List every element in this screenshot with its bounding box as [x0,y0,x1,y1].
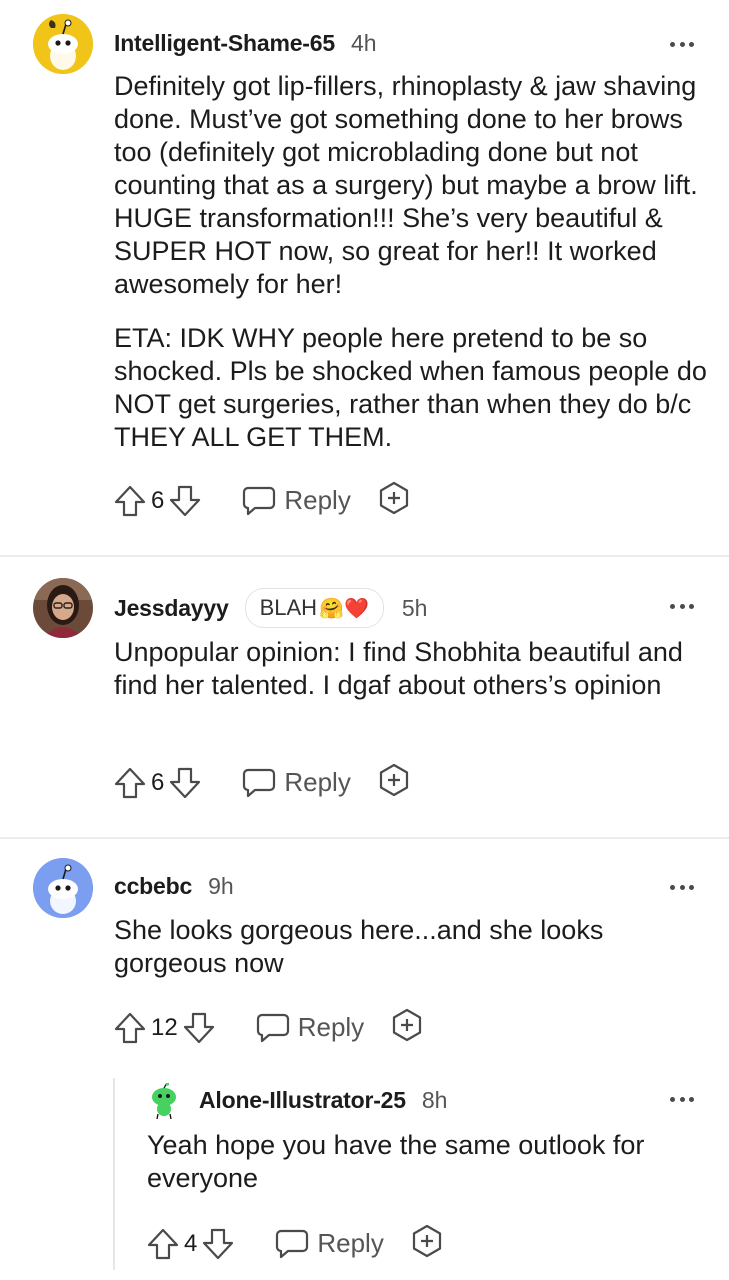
avatar[interactable] [33,14,93,74]
profile-photo-icon [33,578,93,638]
username[interactable]: ccbebc [114,873,192,900]
timestamp: 8h [421,1087,448,1113]
reply-bubble-icon [242,485,276,517]
timestamp: 9h [208,873,234,899]
snoo-avatar-icon [152,1082,176,1120]
comment-body: Yeah hope you have the same outlook for … [147,1129,707,1195]
reply-button[interactable]: Reply [275,1228,384,1260]
comment-paragraph: Definitely got lip-fillers, rhinoplasty … [114,71,698,299]
comment-paragraph: She looks gorgeous here...and she looks … [114,915,604,978]
reply-label: Reply [284,767,351,797]
downvote-icon[interactable] [201,1227,235,1261]
award-icon[interactable] [377,481,411,520]
username[interactable]: Jessdayyy [114,595,229,622]
reply-bubble-icon [256,1012,290,1044]
more-options-icon[interactable] [670,40,694,48]
avatar[interactable] [148,1082,180,1120]
comment-divider [0,837,729,839]
comment-paragraph: Unpopular opinion: I find Shobhita beaut… [114,637,683,700]
reply-button[interactable]: Reply [242,767,351,799]
avatar[interactable] [33,858,93,918]
timestamp: 5h [401,594,428,621]
downvote-icon[interactable] [168,766,202,800]
reply-bubble-icon [275,1228,309,1260]
comment-divider [0,555,729,557]
downvote-icon[interactable] [168,484,202,518]
downvote-icon[interactable] [182,1011,216,1045]
username[interactable]: Alone-Illustrator-25 [199,1087,406,1114]
upvote-icon[interactable] [146,1227,180,1261]
snoo-avatar-icon [33,14,93,74]
comment-actions: 4 Reply [146,1224,444,1263]
flair-text: BLAH [259,595,318,620]
user-flair: BLAH 🤗❤️ [244,588,384,628]
thread-line[interactable] [113,1078,115,1270]
comment-paragraph: ETA: IDK WHY people here pretend to be s… [114,323,707,452]
reply-label: Reply [297,1012,365,1042]
snoo-avatar-icon [33,858,93,918]
upvote-icon[interactable] [113,1011,147,1045]
comment-meta: Intelligent-Shame-65 4h [114,30,377,57]
reply-bubble-icon [242,767,276,799]
flair-emoji: 🤗❤️ [319,596,369,620]
award-icon[interactable] [377,763,411,802]
award-icon[interactable] [410,1224,444,1263]
comment-meta: Alone-Illustrator-25 8h [199,1087,447,1114]
avatar[interactable] [33,578,93,638]
comment-actions: 6 Reply [113,481,411,520]
reply-button[interactable]: Reply [256,1012,364,1044]
username[interactable]: Intelligent-Shame-65 [114,30,335,57]
more-options-icon[interactable] [670,1095,694,1103]
comment-meta: Jessdayyy BLAH 🤗❤️ 5h [114,588,427,628]
comment-actions: 6 Reply [113,763,411,802]
upvote-icon[interactable] [113,766,147,800]
comment-body: Definitely got lip-fillers, rhinoplasty … [114,70,714,454]
reply-label: Reply [284,485,351,515]
comment-body: She looks gorgeous here...and she looks … [114,914,714,980]
more-options-icon[interactable] [670,883,694,891]
vote-score: 6 [151,486,165,514]
comment-actions: 12 Reply [113,1008,424,1047]
award-icon[interactable] [390,1008,424,1047]
comment-body: Unpopular opinion: I find Shobhita beaut… [114,636,714,702]
more-options-icon[interactable] [670,602,694,610]
comment-paragraph: Yeah hope you have the same outlook for … [147,1130,645,1193]
comment-meta: ccbebc 9h [114,873,234,900]
timestamp: 4h [350,30,377,56]
upvote-icon[interactable] [113,484,147,518]
reply-button[interactable]: Reply [242,485,351,517]
vote-score: 4 [184,1229,198,1257]
vote-score: 12 [151,1013,178,1041]
vote-score: 6 [151,768,165,796]
reply-label: Reply [317,1228,384,1258]
